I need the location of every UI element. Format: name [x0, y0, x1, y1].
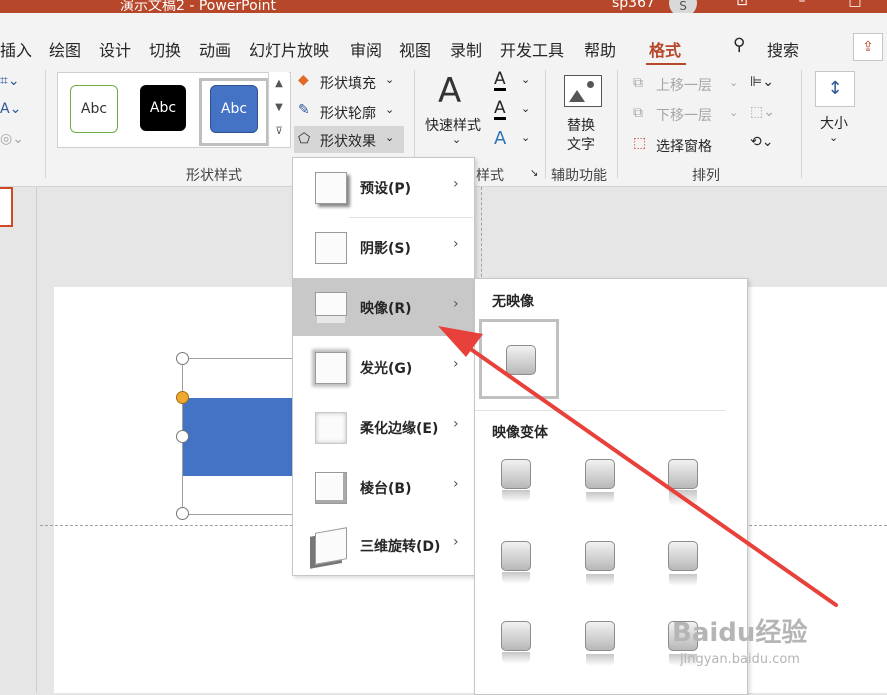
watermark-brand: Baidu经验: [672, 618, 808, 648]
annotation-arrow: [438, 326, 838, 607]
watermark-url: jingyan.baidu.com: [680, 652, 800, 667]
